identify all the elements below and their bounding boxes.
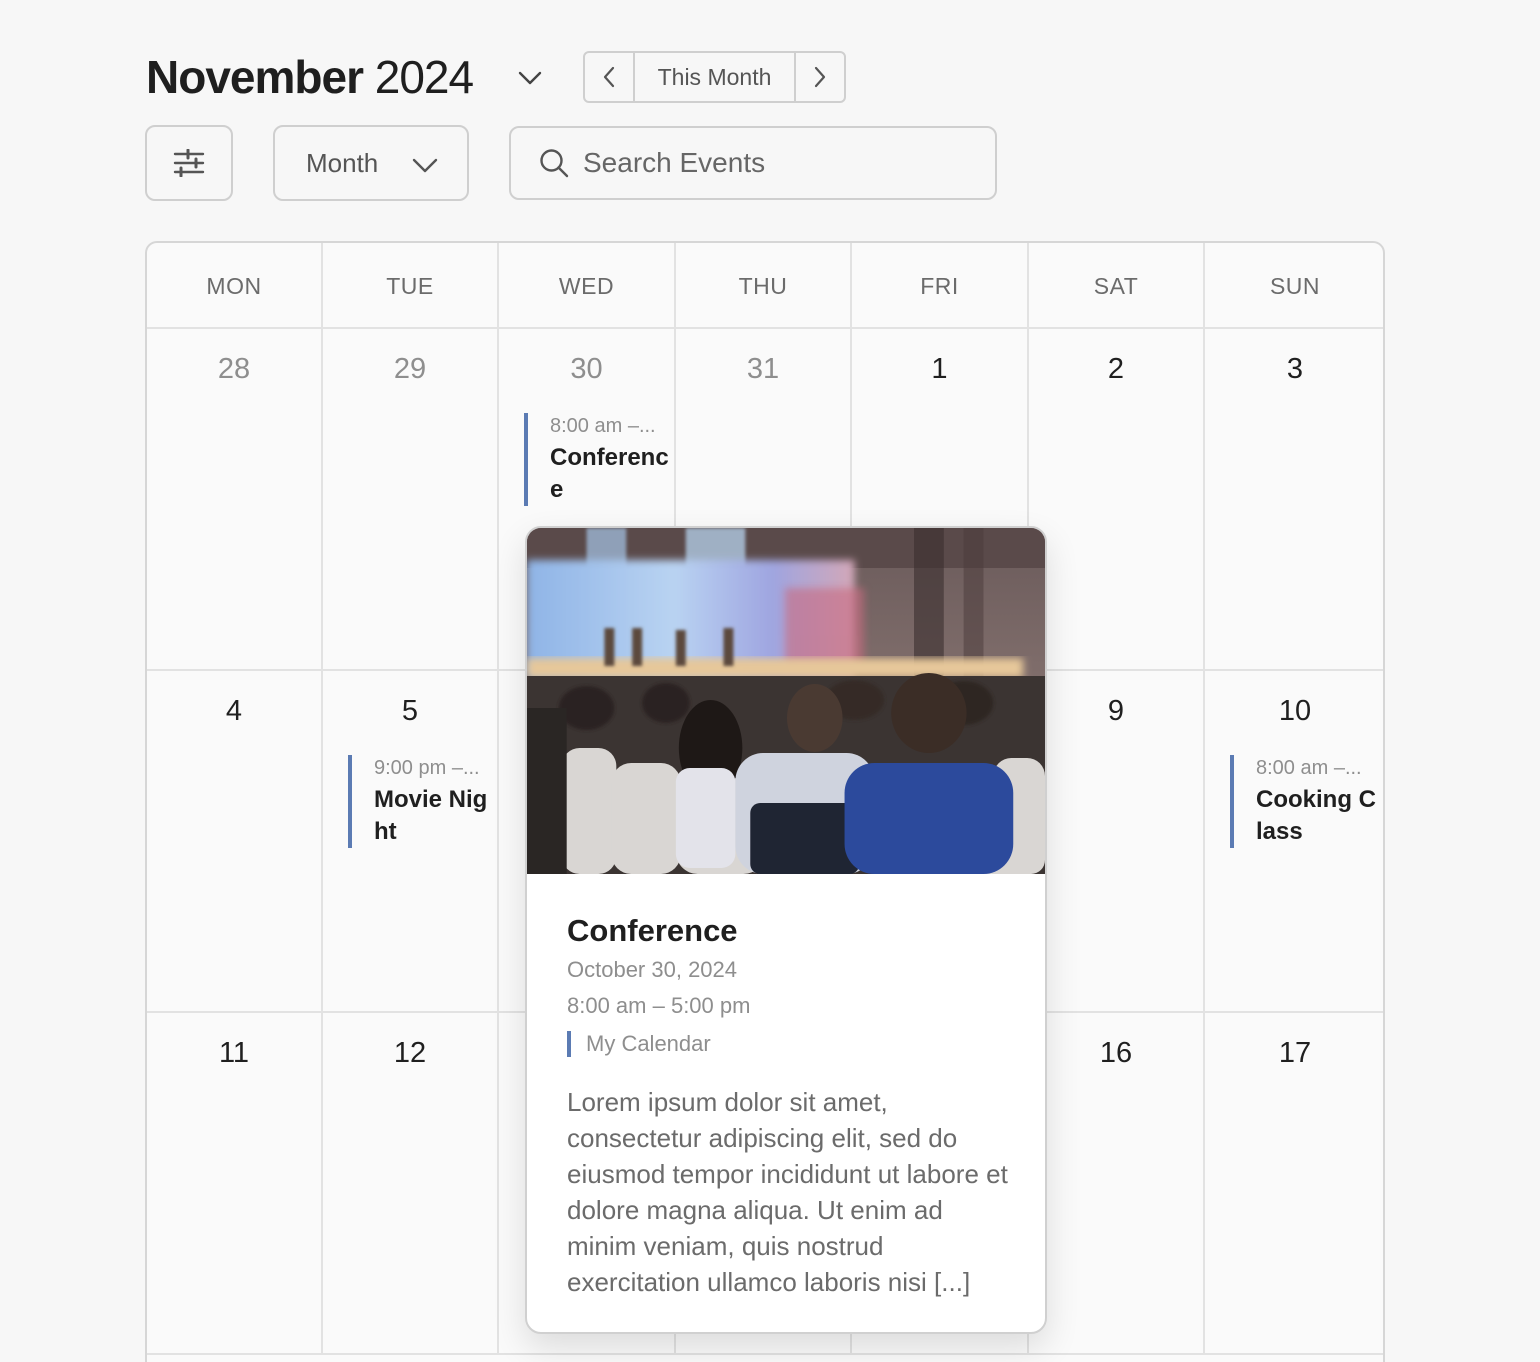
event-image <box>527 528 1045 874</box>
day-number: 16 <box>1099 1037 1133 1069</box>
day-cell[interactable]: 5 9:00 pm –... Movie Night <box>323 671 499 1011</box>
month-header: November 2024 <box>146 50 542 104</box>
search-icon <box>540 149 569 178</box>
event-date: October 30, 2024 <box>567 957 738 982</box>
chevron-down-icon <box>412 158 438 173</box>
day-number: 3 <box>1286 353 1304 385</box>
day-cell[interactable]: 3 <box>1205 329 1383 669</box>
view-select[interactable]: Month <box>273 125 469 201</box>
day-cell[interactable]: 10 8:00 am –... Cooking Class <box>1205 671 1383 1011</box>
weekday-header-thu: THU <box>676 243 852 329</box>
calendar-name: My Calendar <box>586 1031 711 1056</box>
search-input[interactable] <box>583 147 963 179</box>
day-cell[interactable]: 17 <box>1205 1013 1383 1353</box>
year: 2024 <box>374 51 474 103</box>
event-time: 8:00 am –... <box>550 415 656 437</box>
day-number: 4 <box>225 695 243 727</box>
event-item[interactable]: 8:00 am –... Cooking Class <box>1230 755 1380 848</box>
previous-month-button[interactable] <box>585 53 635 101</box>
day-number: 30 <box>570 353 603 385</box>
weekday-header-tue: TUE <box>323 243 499 329</box>
day-number: 29 <box>393 353 427 385</box>
page-title: November 2024 <box>146 50 474 104</box>
event-name: Conference <box>550 444 669 503</box>
event-name: Movie Night <box>374 786 488 845</box>
chevron-right-icon <box>814 66 826 88</box>
day-cell[interactable]: 2 <box>1029 329 1205 669</box>
month-name: November <box>146 51 364 103</box>
event-time: 8:00 am – 5:00 pm <box>567 993 751 1018</box>
day-cell[interactable]: 9 <box>1029 671 1205 1011</box>
day-cell[interactable]: 16 <box>1029 1013 1205 1353</box>
this-month-button[interactable]: This Month <box>635 53 794 101</box>
weekday-header-sat: SAT <box>1029 243 1205 329</box>
month-navigation: This Month <box>583 51 846 103</box>
event-time: 9:00 pm –... <box>374 757 480 779</box>
chevron-left-icon <box>603 66 615 88</box>
weekday-header-wed: WED <box>499 243 676 329</box>
event-description: Lorem ipsum dolor sit amet, consectetur … <box>567 1087 1008 1297</box>
event-calendar: My Calendar <box>567 1026 1009 1062</box>
search-field[interactable] <box>509 126 997 200</box>
day-cell[interactable]: 11 <box>147 1013 323 1353</box>
day-number: 9 <box>1107 695 1125 727</box>
event-details: Conference October 30, 2024 8:00 am – 5:… <box>567 912 1009 1300</box>
weekday-header-mon: MON <box>147 243 323 329</box>
weekday-header-sun: SUN <box>1269 272 1321 299</box>
day-number: 31 <box>746 353 780 385</box>
day-number: 11 <box>218 1037 250 1069</box>
day-number: 10 <box>1278 695 1312 727</box>
day-number: 28 <box>217 353 251 385</box>
day-cell[interactable]: 12 <box>323 1013 499 1353</box>
day-cell[interactable]: 29 <box>323 329 499 669</box>
filter-button[interactable] <box>145 125 233 201</box>
event-item[interactable]: 9:00 pm –... Movie Night <box>348 755 498 848</box>
day-number: 5 <box>401 695 419 727</box>
day-number: 12 <box>393 1037 427 1069</box>
chevron-down-icon[interactable] <box>516 64 544 92</box>
event-name: Cooking Class <box>1256 786 1376 845</box>
day-number: 2 <box>1107 353 1125 385</box>
event-time: 8:00 am –... <box>1256 757 1362 779</box>
day-cell[interactable]: 28 <box>147 329 323 669</box>
next-month-button[interactable] <box>794 53 844 101</box>
event-title[interactable]: Conference <box>567 912 1009 950</box>
weekday-header-fri: FRI <box>852 243 1029 329</box>
day-number: 17 <box>1278 1037 1312 1069</box>
view-select-label: Month <box>306 147 379 178</box>
weekday-header-row: MON TUE WED THU FRI SAT SUN <box>147 243 1383 329</box>
event-item[interactable]: 8:00 am –... Conference <box>524 413 674 506</box>
calendar-color-bar <box>567 1031 571 1057</box>
event-popup: Conference October 30, 2024 8:00 am – 5:… <box>525 526 1047 1334</box>
sliders-icon <box>173 149 205 177</box>
day-number: 1 <box>931 353 948 385</box>
day-cell[interactable]: 4 <box>147 671 323 1011</box>
